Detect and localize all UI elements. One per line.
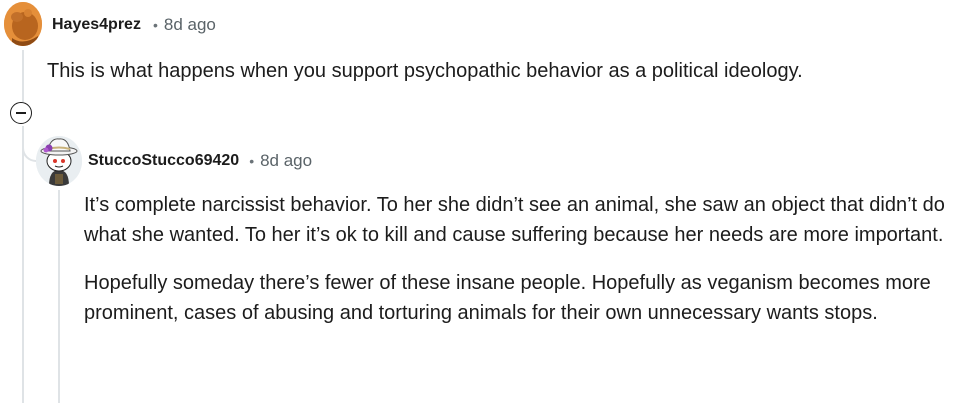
avatar[interactable] [4,2,42,46]
username-link[interactable]: StuccoStucco69420 [88,152,239,170]
separator-dot: • [249,153,255,169]
comment-body: This is what happens when you support ps… [47,60,803,82]
thread-line[interactable] [22,126,24,403]
timestamp[interactable]: 8d ago [164,15,216,35]
comment-paragraph: It’s complete narcissist behavior. To he… [84,194,945,246]
orange-avatar-icon [4,2,42,46]
avatar[interactable] [36,136,82,186]
comment-header: Hayes4prez • 8d ago [52,14,216,36]
timestamp[interactable]: 8d ago [260,151,312,171]
collapse-button[interactable] [10,102,32,124]
minus-circle-icon [16,112,26,114]
snoo-hat-avatar-icon [36,136,82,186]
comment-thread: Hayes4prez • 8d ago This is what happens… [0,0,980,403]
comment-body: It’s complete narcissist behavior. To he… [84,190,976,346]
username-link[interactable]: Hayes4prez [52,16,141,34]
separator-dot: • [152,17,158,33]
thread-line[interactable] [22,50,24,102]
reply-thread-line[interactable] [58,190,60,403]
comment-paragraph: Hopefully someday there’s fewer of these… [84,272,931,324]
comment-header: StuccoStucco69420 • 8d ago [88,150,312,172]
